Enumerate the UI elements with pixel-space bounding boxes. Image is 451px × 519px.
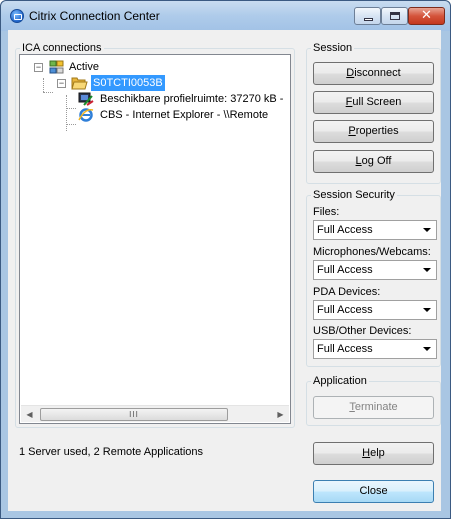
- citrix-app-icon: [10, 9, 24, 23]
- title-bar[interactable]: Citrix Connection Center ✕: [1, 1, 450, 31]
- dropdown-arrow-icon: [423, 347, 431, 351]
- tree-item-app-label: CBS - Internet Explorer - \\Remote: [100, 109, 269, 121]
- log-off-label-after: og Off: [361, 155, 392, 167]
- files-access-value: Full Access: [317, 224, 373, 236]
- tree-line: [43, 92, 53, 93]
- profile-quota-icon: [78, 92, 94, 106]
- tree-line: [66, 95, 67, 131]
- scroll-right-icon[interactable]: ▶: [272, 406, 289, 423]
- dropdown-arrow-icon: [423, 308, 431, 312]
- dropdown-arrow-icon: [423, 228, 431, 232]
- properties-label-after: roperties: [355, 125, 399, 137]
- tree-item-active-label: Active: [69, 61, 99, 73]
- usb-other-devices-label: USB/Other Devices:: [313, 325, 412, 337]
- minimize-button[interactable]: [354, 7, 381, 25]
- microphones-webcams-access-value: Full Access: [317, 264, 373, 276]
- full-screen-label-after: ull Screen: [352, 96, 402, 108]
- session-security-label: Session Security: [311, 189, 397, 202]
- folder-open-icon: [71, 76, 88, 90]
- collapse-icon[interactable]: −: [57, 79, 66, 88]
- tree-item-app-label: Beschikbare profielruimte: 37270 kB -: [100, 93, 284, 105]
- usb-other-devices-access-value: Full Access: [317, 343, 373, 355]
- pda-devices-access-value: Full Access: [317, 304, 373, 316]
- microphones-webcams-label: Microphones/Webcams:: [313, 246, 431, 258]
- close-icon: ✕: [421, 8, 432, 23]
- maximize-icon: [390, 12, 400, 20]
- tree-line: [43, 78, 44, 92]
- terminate-button[interactable]: Terminate: [313, 396, 434, 419]
- close-window-button[interactable]: ✕: [408, 7, 445, 25]
- files-access-select[interactable]: Full Access: [313, 220, 437, 240]
- tree-line: [66, 124, 76, 125]
- pda-devices-access-select[interactable]: Full Access: [313, 300, 437, 320]
- disconnect-button[interactable]: Disconnect: [313, 62, 434, 85]
- dropdown-arrow-icon: [423, 268, 431, 272]
- help-label-after: elp: [370, 447, 385, 459]
- horizontal-scrollbar[interactable]: ◀ III ▶: [21, 405, 289, 422]
- properties-button[interactable]: Properties: [313, 120, 434, 143]
- close-label: Close: [359, 485, 388, 497]
- tree-line: [66, 108, 76, 109]
- session-label: Session: [311, 42, 355, 55]
- maximize-button[interactable]: [381, 7, 408, 25]
- terminate-label-after: erminate: [354, 401, 398, 413]
- scroll-left-icon[interactable]: ◀: [21, 406, 38, 423]
- close-button[interactable]: Close: [313, 480, 434, 503]
- window-title: Citrix Connection Center: [29, 9, 160, 23]
- microphones-webcams-access-select[interactable]: Full Access: [313, 260, 437, 280]
- pda-devices-label: PDA Devices:: [313, 286, 381, 298]
- properties-label-key: P: [348, 125, 356, 137]
- minimize-icon: [364, 18, 373, 21]
- terminal-servers-icon: [49, 60, 64, 74]
- help-label-key: H: [362, 447, 371, 459]
- log-off-button[interactable]: Log Off: [313, 150, 434, 173]
- internet-explorer-icon: [78, 108, 94, 122]
- tree-item-server-label: S0TCTI0053B: [91, 75, 165, 91]
- application-label: Application: [311, 375, 369, 388]
- connections-tree[interactable]: − Active − S0TCTI0053B Beschikbare profi…: [19, 54, 291, 424]
- scroll-thumb[interactable]: III: [40, 408, 228, 421]
- collapse-icon[interactable]: −: [34, 63, 43, 72]
- files-label: Files:: [313, 206, 340, 218]
- full-screen-button[interactable]: Full Screen: [313, 91, 434, 114]
- disconnect-label-after: isconnect: [354, 67, 401, 79]
- status-text: 1 Server used, 2 Remote Applications: [19, 446, 204, 458]
- scroll-thumb-grip: III: [129, 410, 139, 419]
- usb-other-devices-access-select[interactable]: Full Access: [313, 339, 437, 359]
- help-button[interactable]: Help: [313, 442, 434, 465]
